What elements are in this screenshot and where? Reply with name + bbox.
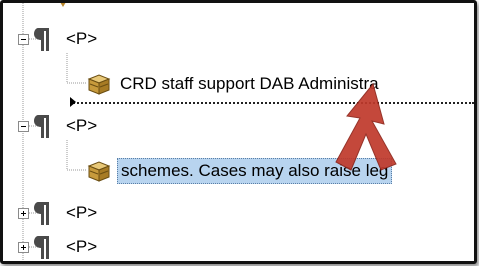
tree-node-text-1[interactable]: CRD staff support DAB Administra: [87, 69, 382, 99]
tree-node-p-4[interactable]: <P>: [18, 232, 98, 261]
element-tag-label: <P>: [66, 237, 98, 256]
element-tag-label: <P>: [66, 116, 98, 135]
pilcrow-icon: [34, 202, 49, 225]
tree-node-p-1[interactable]: <P>: [18, 24, 97, 54]
pilcrow-icon: [34, 28, 49, 51]
text-box-icon: [87, 74, 111, 95]
tree-node-text-2[interactable]: schemes. Cases may also raise leg: [87, 156, 393, 186]
expand-toggle[interactable]: [18, 241, 29, 253]
drop-insertion-line: [70, 102, 474, 104]
document-tree: <P> CRD staff support DAB Administra <P>: [3, 3, 474, 261]
tree-node-p-3[interactable]: <P>: [18, 198, 97, 228]
pilcrow-icon: [34, 236, 49, 259]
pilcrow-icon: [34, 115, 49, 138]
collapse-toggle[interactable]: [18, 33, 29, 45]
element-tag-label: <P>: [66, 29, 98, 48]
drop-insertion-marker: [70, 97, 76, 107]
collapse-toggle[interactable]: [18, 120, 29, 132]
element-tag-label: <P>: [66, 203, 98, 222]
structure-view-panel: <P> CRD staff support DAB Administra <P>: [0, 0, 477, 264]
tree-node-p-2[interactable]: <P>: [18, 111, 97, 141]
text-box-icon: [87, 161, 111, 182]
text-node-label: CRD staff support DAB Administra: [120, 74, 379, 93]
selected-text-node-label: schemes. Cases may also raise leg: [117, 158, 393, 184]
expand-toggle[interactable]: [18, 207, 29, 219]
